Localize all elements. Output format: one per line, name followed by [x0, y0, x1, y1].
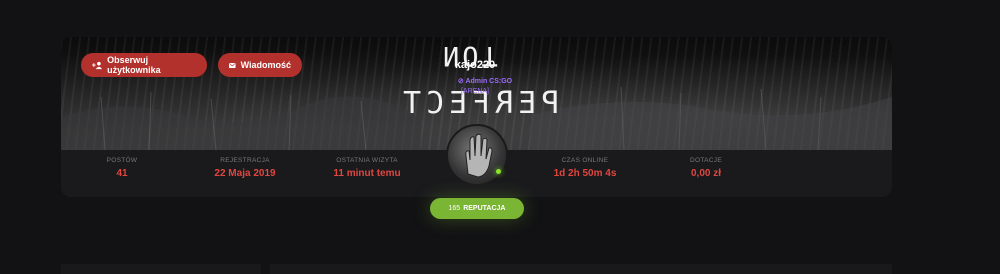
stat-value: 1d 2h 50m 4s — [553, 168, 617, 179]
message-button[interactable]: Wiadomość — [218, 53, 302, 77]
stat-label: OSTATNIA WIZYTA — [336, 157, 398, 164]
stat-value: 0,00 zł — [690, 168, 722, 179]
content-panel — [270, 264, 892, 274]
follow-button-label: Obserwuj użytkownika — [107, 55, 161, 75]
follow-user-button[interactable]: Obserwuj użytkownika — [81, 53, 207, 77]
stat-donations: DOTACJE 0,00 zł — [678, 157, 734, 179]
stat-posts: POSTÓW 41 — [102, 157, 142, 179]
stat-label: POSTÓW — [106, 157, 138, 164]
stat-value: 11 minut temu — [333, 168, 401, 179]
stat-last-visit: OSTATNIA WIZYTA 11 minut temu — [322, 157, 412, 179]
hand-icon — [465, 133, 493, 178]
add-user-icon — [92, 61, 103, 69]
message-button-label: Wiadomość — [240, 60, 291, 70]
online-status-indicator — [496, 169, 501, 174]
stat-registration: REJESTRACJA 22 Maja 2019 — [200, 157, 290, 179]
stat-label: DOTACJE — [690, 157, 722, 164]
stat-online-time: CZAS ONLINE 1d 2h 50m 4s — [540, 157, 630, 179]
stat-value: 41 — [116, 168, 128, 179]
reputation-button[interactable]: 165 REPUTACJA — [430, 198, 524, 219]
envelope-icon — [229, 62, 236, 68]
role-icon: ⊘ — [457, 78, 464, 85]
reputation-label: REPUTACJA — [463, 205, 506, 212]
role-label: Admin CS:GO — [465, 78, 513, 85]
avatar[interactable] — [446, 124, 508, 186]
user-role-subtitle: [ARENA] — [460, 88, 489, 95]
profile-username[interactable]: kajo220 — [440, 59, 510, 71]
sidebar-panel — [61, 264, 261, 274]
stat-value: 22 Maja 2019 — [214, 168, 276, 179]
reputation-count: 165 — [448, 205, 461, 212]
user-role: ⊘ Admin CS:GO — [430, 77, 540, 85]
stat-label: REJESTRACJA — [220, 157, 270, 164]
stat-label: CZAS ONLINE — [561, 157, 609, 164]
